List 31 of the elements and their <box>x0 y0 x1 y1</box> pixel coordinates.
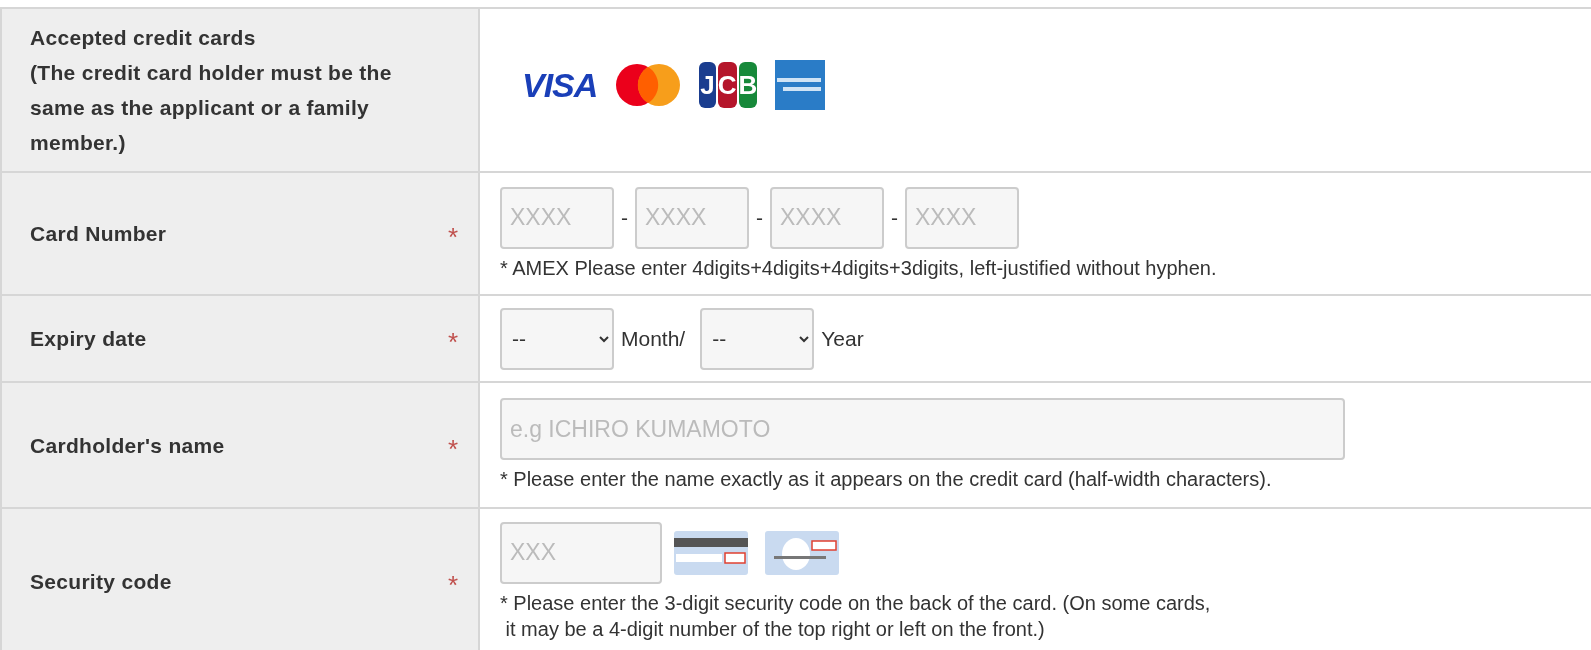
unit-label: Year <box>821 326 864 351</box>
required-mark: * <box>447 327 458 358</box>
card-front-icon <box>764 529 840 576</box>
hyphen-text: - <box>891 205 898 230</box>
field-label: Accepted credit cards (The credit card holder must be the same as the applicant or a family member.) <box>30 25 393 156</box>
card-back-icon <box>673 529 749 576</box>
name-field[interactable]: e.g ICHIRO KUMAMOTO <box>500 398 1345 460</box>
jcb-logo: JCB <box>699 62 758 108</box>
card-number-field[interactable]: XXXX <box>635 186 749 249</box>
help-text: * AMEX Please enter 4digits+4digits+4digits+3digits, left-justified without hyphen. <box>500 255 1218 281</box>
hyphen-text: - <box>756 205 763 230</box>
amex-logo <box>775 60 826 110</box>
help-text: * Please enter the 3-digit security code on the back of the card. (On some cards, it may be a 4-digit number of the top right or left on the front.) <box>500 590 1212 642</box>
month-select[interactable]: -- <box>500 307 614 370</box>
security-code-field[interactable]: XXX <box>500 521 662 584</box>
field-label: Card Number <box>30 221 167 247</box>
field-label: Expiry date <box>30 326 147 352</box>
card-number-field[interactable]: XXXX <box>905 186 1019 249</box>
card-number-field[interactable]: XXXX <box>770 186 884 249</box>
card-number-field[interactable]: XXXX <box>500 186 614 249</box>
help-text: * Please enter the name exactly as it appears on the credit card (half-width characters). <box>500 467 1273 492</box>
required-mark: * <box>447 570 458 601</box>
required-mark: * <box>447 222 458 253</box>
hyphen-text: - <box>621 205 628 230</box>
unit-label: Month/ <box>621 326 686 351</box>
visa-logo: VISA <box>522 65 598 105</box>
required-mark: * <box>447 433 458 465</box>
year-select[interactable]: -- <box>700 307 815 370</box>
field-label: Cardholder's name <box>30 432 225 459</box>
field-label: Security code <box>30 569 172 595</box>
mastercard-logo <box>615 63 682 107</box>
